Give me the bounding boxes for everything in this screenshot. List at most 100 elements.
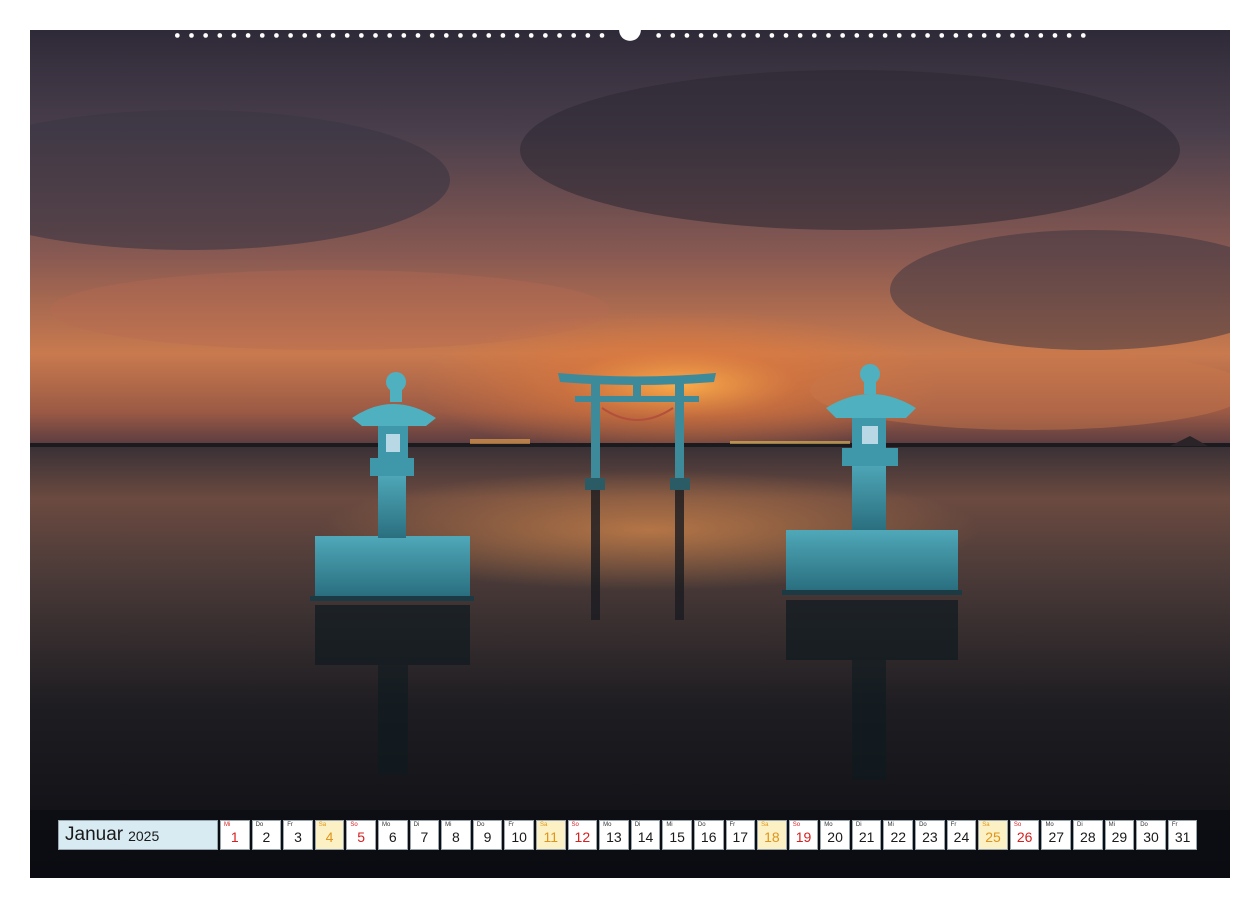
binding-hole bbox=[854, 33, 860, 38]
binding-hole bbox=[996, 33, 1001, 38]
day-weekday: Fr bbox=[287, 822, 293, 828]
day-cell: Mo 20 bbox=[820, 820, 850, 850]
binding-hole bbox=[1024, 33, 1029, 38]
day-weekday: Di bbox=[855, 822, 862, 828]
binding-hole bbox=[656, 33, 661, 38]
binding-hole bbox=[472, 33, 477, 38]
binding-hole bbox=[245, 33, 251, 38]
binding-hole bbox=[443, 33, 449, 38]
day-number: 15 bbox=[669, 829, 685, 845]
photo-torii-gate-at-dusk bbox=[30, 30, 1230, 878]
day-weekday: Do bbox=[697, 822, 706, 828]
day-weekday: Fr bbox=[508, 822, 515, 828]
day-weekday: Mo bbox=[381, 822, 391, 828]
binding-hole bbox=[1080, 33, 1086, 38]
day-cell: Fr 31 bbox=[1167, 820, 1198, 850]
binding-hole bbox=[925, 33, 930, 38]
day-cell: Do 16 bbox=[693, 820, 724, 850]
day-weekday: Mo bbox=[1045, 822, 1054, 828]
day-cell: Sa 18 bbox=[757, 820, 787, 850]
day-weekday: So bbox=[571, 822, 579, 828]
day-number: 3 bbox=[294, 829, 302, 845]
spiral-binding bbox=[175, 30, 1086, 41]
binding-hole bbox=[684, 33, 690, 38]
binding-hole bbox=[939, 33, 945, 38]
day-weekday: Mi bbox=[666, 822, 673, 828]
day-cell: Sa 11 bbox=[535, 820, 566, 850]
month-label: Januar 2025 bbox=[58, 820, 218, 850]
day-cell: So 26 bbox=[1009, 820, 1040, 850]
day-weekday: Di bbox=[634, 822, 641, 828]
day-number: 5 bbox=[357, 829, 366, 845]
day-weekday: Sa bbox=[539, 822, 548, 828]
month-name: Januar bbox=[65, 824, 124, 845]
day-weekday: Fr bbox=[950, 822, 957, 828]
binding-hole bbox=[741, 33, 746, 38]
day-number: 7 bbox=[420, 829, 429, 845]
day-number: 16 bbox=[700, 829, 717, 845]
day-cell: Di 14 bbox=[630, 820, 661, 850]
day-number: 29 bbox=[1111, 829, 1128, 845]
binding-hole bbox=[1038, 33, 1044, 38]
binding-hole bbox=[698, 33, 704, 38]
binding-hole bbox=[571, 33, 577, 38]
day-cell: Mi 29 bbox=[1104, 820, 1135, 850]
day-weekday: Mo bbox=[603, 822, 612, 828]
day-number: 28 bbox=[1080, 829, 1096, 845]
binding-hole bbox=[274, 33, 279, 38]
binding-hole bbox=[812, 33, 817, 38]
binding-hole bbox=[203, 33, 208, 38]
binding-hole bbox=[712, 33, 718, 38]
day-weekday: So bbox=[350, 822, 358, 828]
binding-hole bbox=[1066, 33, 1072, 38]
binding-hole bbox=[826, 33, 831, 38]
binding-hole bbox=[967, 33, 973, 38]
day-number: 13 bbox=[606, 829, 622, 845]
binding-hole bbox=[543, 33, 548, 38]
day-number: 23 bbox=[922, 829, 938, 845]
day-cell: So 5 bbox=[346, 820, 376, 850]
day-cell: Do 30 bbox=[1136, 820, 1166, 850]
day-weekday: Do bbox=[476, 822, 485, 828]
binding-hole bbox=[175, 33, 180, 38]
day-weekday: Sa bbox=[982, 822, 990, 828]
binding-hole bbox=[429, 33, 435, 38]
day-number: 20 bbox=[827, 829, 843, 845]
photo-artwork bbox=[30, 30, 1230, 878]
day-number: 24 bbox=[953, 829, 970, 845]
day-cell: Do 9 bbox=[472, 820, 503, 850]
day-cell: Mi 1 bbox=[220, 820, 250, 850]
day-weekday: Di bbox=[413, 822, 420, 828]
binding-hole bbox=[868, 33, 874, 38]
day-number: 4 bbox=[325, 829, 334, 845]
day-weekday: Mi bbox=[887, 822, 894, 828]
day-cell: Do 2 bbox=[251, 820, 282, 850]
day-cell: Mo 27 bbox=[1041, 820, 1072, 850]
binding-hole bbox=[953, 33, 959, 38]
binding-hole bbox=[797, 33, 803, 38]
day-cell: Do 23 bbox=[915, 820, 945, 850]
binding-hole bbox=[670, 33, 676, 38]
day-number: 1 bbox=[230, 829, 239, 845]
binding-hole bbox=[288, 33, 293, 38]
day-number: 9 bbox=[483, 829, 492, 845]
binding-hole bbox=[500, 33, 506, 38]
day-cell: So 19 bbox=[788, 820, 819, 850]
day-cell: Mo 13 bbox=[599, 820, 629, 850]
binding-hole bbox=[1010, 33, 1015, 38]
day-number: 10 bbox=[511, 829, 527, 845]
day-cell: Mi 15 bbox=[662, 820, 692, 850]
binding-hole bbox=[585, 33, 591, 38]
day-number: 27 bbox=[1048, 829, 1065, 845]
day-cell: Sa 4 bbox=[314, 820, 345, 850]
binding-hole bbox=[316, 33, 322, 38]
day-cell: Mi 22 bbox=[883, 820, 914, 850]
binding-hole bbox=[840, 33, 845, 38]
day-cell: Di 7 bbox=[409, 820, 440, 850]
day-weekday: Sa bbox=[761, 822, 769, 828]
day-cell: Fr 3 bbox=[283, 820, 313, 850]
binding-hole bbox=[359, 33, 364, 38]
day-number: 8 bbox=[452, 829, 460, 845]
day-number: 2 bbox=[262, 829, 271, 845]
day-weekday: Sa bbox=[318, 822, 327, 828]
